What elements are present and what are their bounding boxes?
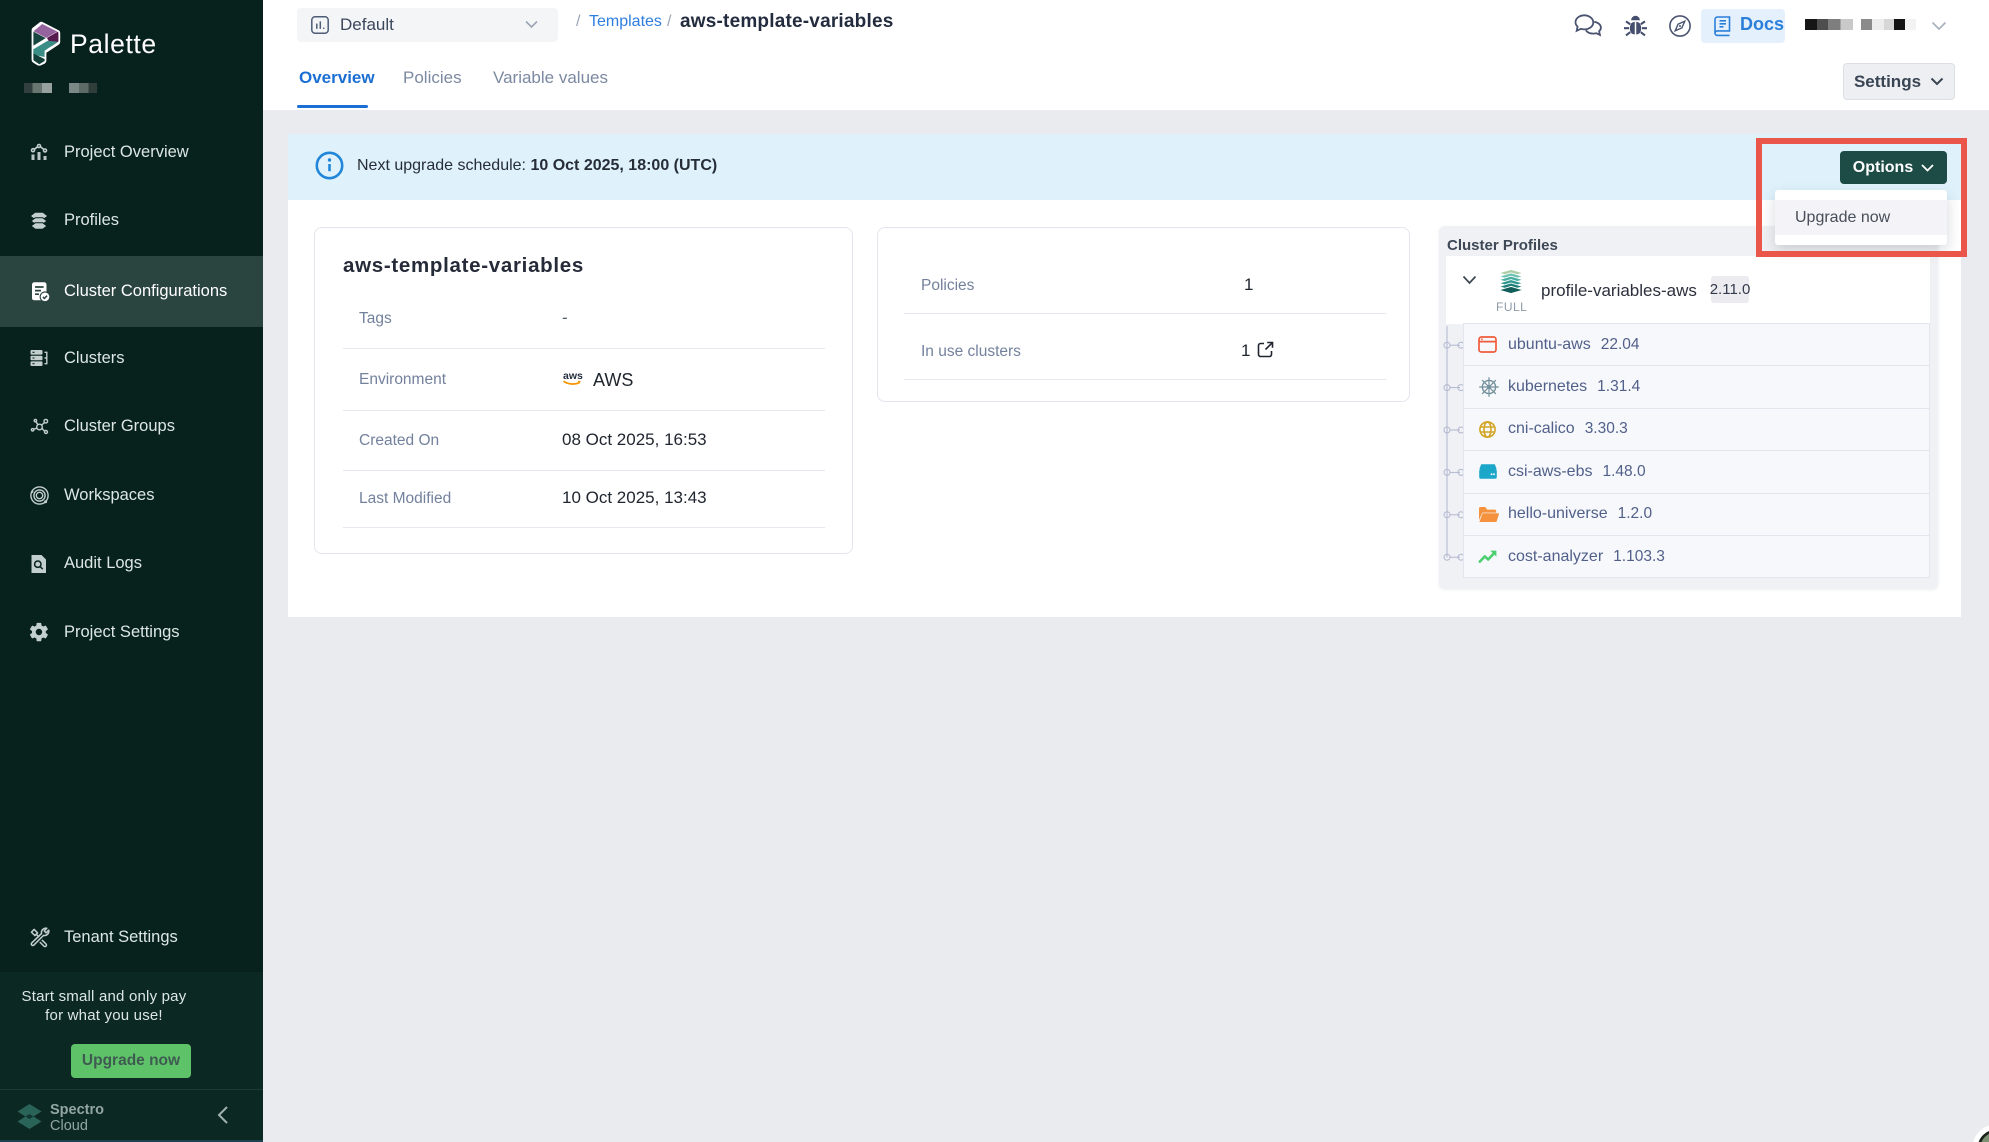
- svg-text:aws: aws: [563, 370, 583, 382]
